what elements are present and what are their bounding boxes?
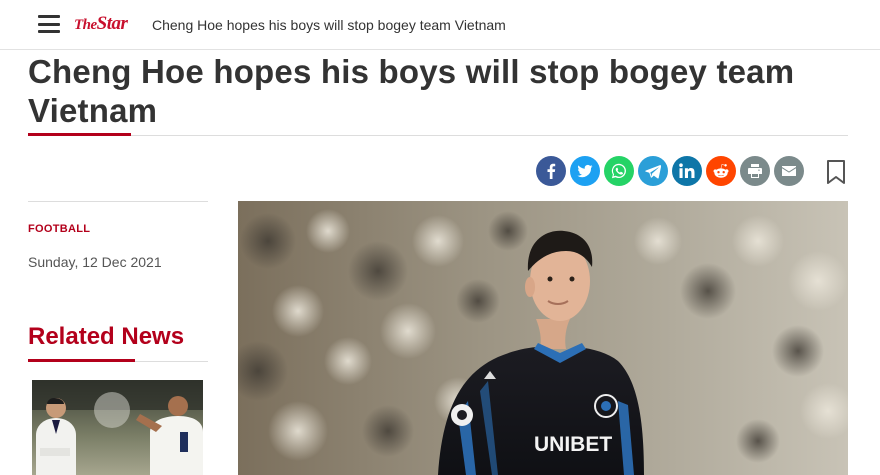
article-headline: Cheng Hoe hopes his boys will stop bogey…	[28, 53, 795, 129]
related-accent-bar	[28, 359, 135, 362]
share-email-button[interactable]	[774, 156, 804, 186]
related-news-heading: Related News	[28, 323, 185, 350]
print-button[interactable]	[740, 156, 770, 186]
twitter-icon	[577, 164, 593, 178]
share-whatsapp-button[interactable]	[604, 156, 634, 186]
headline-divider	[28, 135, 848, 136]
jersey-sponsor-text: UNIBET	[534, 433, 612, 456]
menu-icon[interactable]	[38, 15, 60, 33]
share-telegram-button[interactable]	[638, 156, 668, 186]
share-bar	[536, 156, 804, 186]
whatsapp-icon	[611, 163, 626, 179]
bookmark-icon[interactable]	[825, 159, 847, 185]
meta-divider	[28, 201, 208, 202]
email-icon	[782, 166, 796, 176]
print-icon	[748, 164, 762, 178]
related-news-thumbnail[interactable]	[32, 380, 203, 475]
linkedin-icon	[679, 163, 695, 178]
telegram-icon	[645, 165, 661, 179]
reddit-icon	[713, 164, 729, 178]
headline-accent-bar	[28, 133, 131, 136]
share-linkedin-button[interactable]	[672, 156, 702, 186]
sticky-article-title: Cheng Hoe hopes his boys will stop bogey…	[152, 17, 506, 33]
site-logo[interactable]: TheStar	[74, 13, 128, 35]
top-navigation-bar: TheStar Cheng Hoe hopes his boys will st…	[0, 0, 880, 50]
facebook-icon	[547, 163, 556, 179]
share-reddit-button[interactable]	[706, 156, 736, 186]
article-main-image: UNIBET	[238, 201, 848, 475]
publish-date: Sunday, 12 Dec 2021	[28, 254, 162, 270]
share-facebook-button[interactable]	[536, 156, 566, 186]
category-link[interactable]: FOOTBALL	[28, 223, 90, 235]
share-twitter-button[interactable]	[570, 156, 600, 186]
